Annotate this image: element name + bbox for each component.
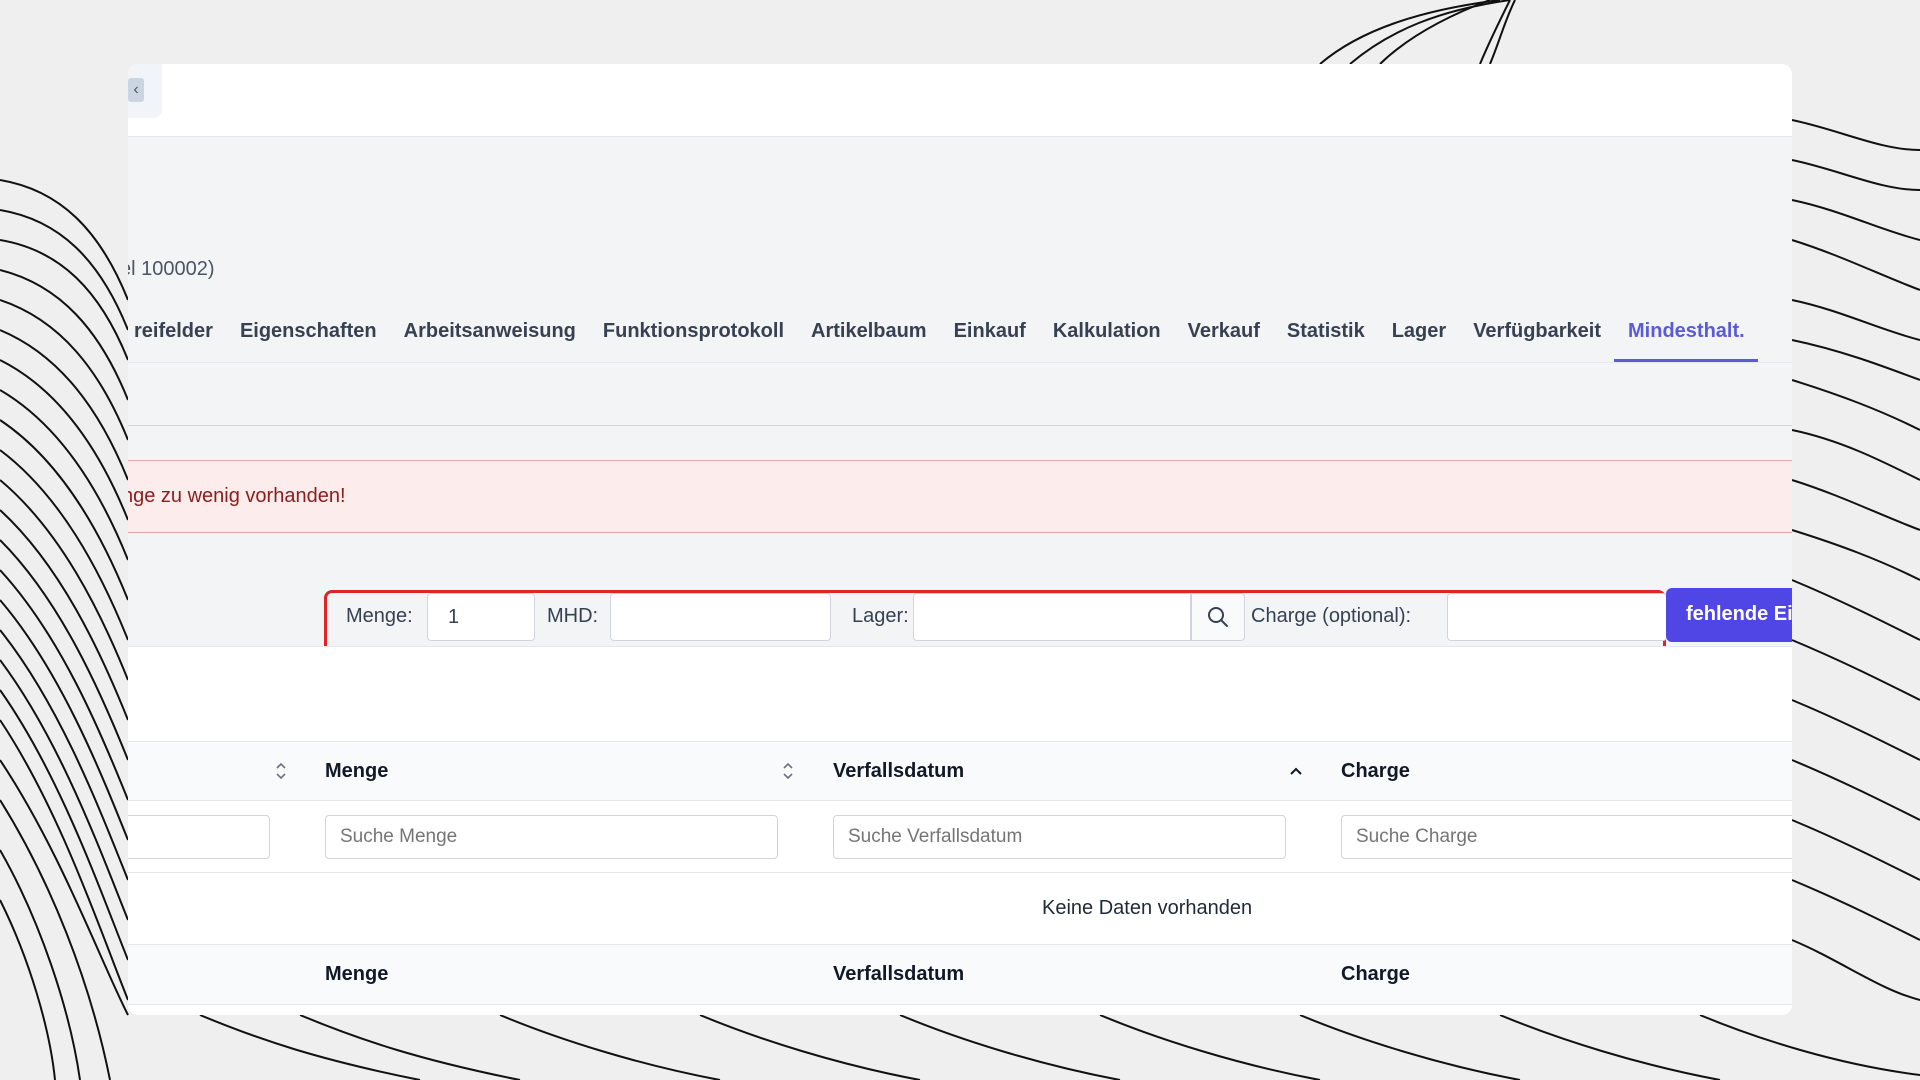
filter-row (128, 801, 1792, 873)
alert-message: nge zu wenig vorhanden! (128, 485, 346, 507)
chevron-left-icon: ‹ (128, 78, 144, 102)
add-stock-form: Menge: MHD: Lager: Charge (optional): (324, 590, 1667, 654)
lager-label: Lager: (852, 605, 909, 627)
sort-icon[interactable] (781, 760, 795, 782)
tab-einkauf[interactable]: Einkauf (940, 314, 1039, 362)
tab-eigenschaften[interactable]: Eigenschaften (226, 314, 390, 362)
filter-charge-input[interactable] (1341, 815, 1792, 859)
tab-artikelbaum[interactable]: Artikelbaum (797, 314, 940, 362)
mhd-label: MHD: (547, 605, 599, 627)
filter-input-first[interactable] (128, 815, 270, 859)
tab-kalkulation[interactable]: Kalkulation (1039, 314, 1174, 362)
app-window: ‹ el 100002) reifelder Eigenschaften Arb… (128, 64, 1792, 1015)
tab-verfuegbarkeit[interactable]: Verfügbarkeit (1459, 314, 1614, 362)
section-divider (128, 425, 1792, 426)
lager-search-button[interactable] (1191, 593, 1245, 641)
empty-state-text: Keine Daten vorhanden (1042, 897, 1253, 919)
lager-input[interactable] (913, 593, 1191, 641)
tab-funktionsprotokoll[interactable]: Funktionsprotokoll (589, 314, 797, 362)
charge-label: Charge (optional): (1251, 605, 1412, 627)
add-missing-button[interactable]: fehlende Ei (1666, 588, 1792, 642)
tab-statistik[interactable]: Statistik (1273, 314, 1378, 362)
tab-verkauf[interactable]: Verkauf (1174, 314, 1273, 362)
footer-verfallsdatum: Verfallsdatum (833, 963, 965, 985)
footer-menge: Menge (325, 963, 389, 985)
table-header: Menge Verfallsdatum Charge (128, 741, 1792, 801)
sort-ascending-icon[interactable] (1289, 760, 1303, 782)
tab-lager[interactable]: Lager (1378, 314, 1459, 362)
tab-freifelder[interactable]: reifelder (128, 314, 226, 362)
table-footer: Menge Verfallsdatum Charge (128, 945, 1792, 1005)
footer-charge: Charge (1341, 963, 1410, 985)
tab-bar: reifelder Eigenschaften Arbeitsanweisung… (128, 314, 1758, 362)
error-alert: nge zu wenig vorhanden! (128, 460, 1792, 533)
tabs-divider (128, 362, 1792, 363)
top-bar: ‹ (128, 64, 1792, 137)
mhd-input[interactable] (610, 593, 831, 641)
page-subtitle: el 100002) (128, 258, 215, 280)
sidebar-collapse-button[interactable]: ‹ (128, 64, 162, 118)
sort-icon[interactable] (274, 760, 288, 782)
menge-input[interactable] (427, 593, 535, 641)
filter-verfallsdatum-input[interactable] (833, 815, 1286, 859)
empty-state-row: Keine Daten vorhanden (128, 873, 1792, 945)
tab-mindesthaltbarkeit[interactable]: Mindesthalt. (1614, 314, 1758, 362)
filter-menge-input[interactable] (325, 815, 778, 859)
menge-label: Menge: (346, 605, 413, 627)
column-header-charge[interactable]: Charge (1341, 760, 1410, 783)
tab-arbeitsanweisung[interactable]: Arbeitsanweisung (390, 314, 589, 362)
search-icon (1208, 607, 1228, 627)
column-header-menge[interactable]: Menge (325, 760, 388, 783)
charge-input[interactable] (1447, 593, 1667, 641)
column-header-verfallsdatum[interactable]: Verfallsdatum (833, 760, 964, 783)
